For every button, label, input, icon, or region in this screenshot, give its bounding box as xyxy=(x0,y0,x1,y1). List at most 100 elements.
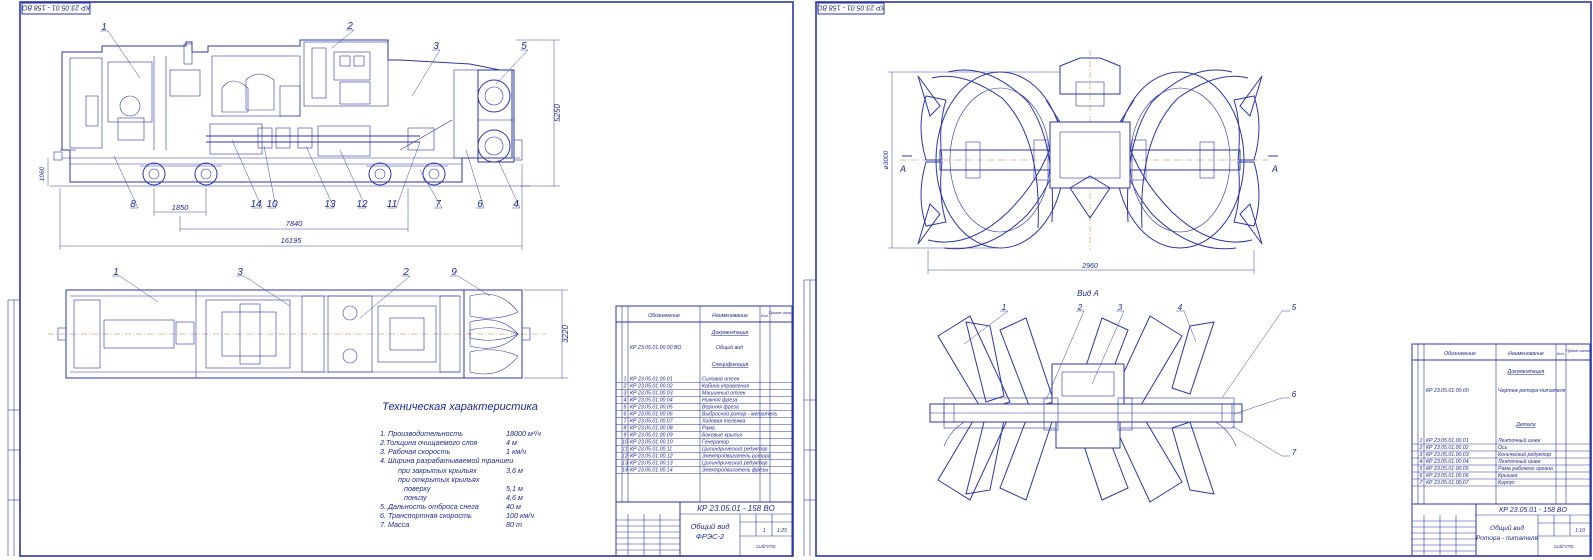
spec-row-name: Рама рабочего органа xyxy=(1498,466,1553,472)
spec-row-code: КР 23.05.01.00.06 xyxy=(1426,473,1469,479)
tech-label: 1. Производительность xyxy=(380,429,463,438)
spec-row-pos: 2 xyxy=(1419,445,1423,451)
spec-row-code: КР 23.05.01.00.03 xyxy=(1426,452,1469,458)
right-spec-table: Обозначение Наименование Кол. Приме-чани… xyxy=(1411,343,1591,505)
tech-value: 18000 м³/ч xyxy=(506,429,541,438)
main-callout: 4 xyxy=(513,199,519,210)
view-a-callout: 2 xyxy=(1077,303,1083,312)
view-a-callout: 1 xyxy=(1002,303,1006,312)
spec-row-name: Рама xyxy=(702,426,715,432)
spec-row-code: КР 23.05.01.00.07 xyxy=(1426,480,1470,486)
main-callout: 1 xyxy=(101,22,107,33)
spec-row-name: Ленточный шнек xyxy=(1497,458,1541,465)
tech-label: 4. Ширина разрабатываемой траншеи xyxy=(380,456,513,465)
spec-header: Обозначение xyxy=(1444,351,1476,357)
spec-doc-code: КР 23.05.01.00.00 xyxy=(1426,388,1469,394)
view-a-title: Вид А xyxy=(1077,289,1099,298)
spec-row-code: КР 23.05.01.00.05 xyxy=(1426,466,1469,472)
right-sheet-frame xyxy=(815,1,1592,557)
tech-value: 3,6 м xyxy=(506,466,523,475)
dim-plan-width: 3220 xyxy=(561,325,570,343)
spec-row-name: Кабина управления xyxy=(702,384,749,390)
right-title-name-1: Общий вид xyxy=(1490,524,1524,532)
spec-row-pos: 8 xyxy=(624,426,627,432)
spec-row-pos: 6 xyxy=(624,412,627,418)
dim-bogie: 1850 xyxy=(172,203,190,212)
left-title-org: СибГУПС xyxy=(756,544,777,549)
left-title-name-1: Общий вид xyxy=(690,522,729,531)
spec-row-name: Электродвигатель ротора xyxy=(702,454,771,460)
spec-row-code: КР 23.05.01.00.07 xyxy=(630,419,674,425)
spec-row-code: КР 23.05.01.00.12 xyxy=(630,454,673,460)
spec-row-pos: 11 xyxy=(622,447,627,453)
tech-value: 5,1 м xyxy=(506,484,523,493)
main-callout: 6 xyxy=(477,199,483,210)
spec-header: Наименование xyxy=(1508,351,1544,357)
spec-row-code: КР 23.05.01.00.14 xyxy=(630,468,673,474)
spec-header: Обозначение xyxy=(648,313,680,319)
spec-header: Наименование xyxy=(712,313,748,319)
spec-row-pos: 5 xyxy=(1420,466,1423,472)
tech-label: поверху xyxy=(404,484,431,493)
spec-row-code: КР 23.05.01.00.13 xyxy=(630,461,673,467)
tech-label: 5. Дальность отброса снега xyxy=(380,502,479,511)
spec-row-name: Конический редуктор xyxy=(1498,451,1551,458)
left-title-scale: 1:25 xyxy=(777,528,787,534)
main-callout: 14 xyxy=(250,199,262,210)
spec-row-code: КР 23.05.01.00.01 xyxy=(1426,438,1469,444)
spec-header: Приме-чание xyxy=(1566,348,1591,353)
right-title-code: КР 23.05.01 - 158 ВО xyxy=(1499,507,1567,514)
spec-row-code: КР 23.05.01.00.06 xyxy=(630,412,673,418)
spec-row-name: Цилиндрический редуктор xyxy=(702,446,767,453)
spec-row-code: КР 23.05.01.00.09 xyxy=(630,433,673,439)
spec-row-pos: 4 xyxy=(624,398,627,404)
spec-row-pos: 3 xyxy=(1420,452,1423,458)
spec-header: Приме-чание xyxy=(769,310,794,315)
view-a-callout: 5 xyxy=(1292,303,1297,312)
tech-label: при закрытых крыльях xyxy=(398,466,477,475)
right-title-block: КР 23.05.01 - 158 ВО Общий вид Ротора - … xyxy=(1411,503,1591,557)
spec-row-name: Крышка xyxy=(1498,473,1518,479)
dim-height: 5250 xyxy=(553,104,562,122)
left-title-name-2: ФРЭС-2 xyxy=(696,532,725,541)
right-title-name-2: Ротора - питателя xyxy=(1476,535,1538,542)
left-spec-table: Обозначение Наименование Кол. Приме-чани… xyxy=(615,305,794,503)
machine-side-view: 5250 1060 1850 7840 16195 1 2 3 5 8 14 1… xyxy=(39,21,562,250)
plan-callout: 2 xyxy=(402,267,409,278)
tech-label: 7. Масса xyxy=(380,520,409,529)
spec-row-pos: 7 xyxy=(1420,480,1424,486)
spec-row-code: КР 23.05.01.00.10 xyxy=(630,440,673,446)
spec-row-name: Выбросной ротор - метатель xyxy=(702,411,778,418)
tech-label: 3. Рабочая скорость xyxy=(380,447,451,456)
tech-value: 1 км/ч xyxy=(506,447,526,456)
spec-row-name: Верхняя фреза xyxy=(702,405,739,411)
section-mark-right: А xyxy=(1271,164,1278,174)
drawing-canvas: КР 23.05.01 - 158 ВО 5250 1060 1850 7840… xyxy=(7,1,1592,557)
spec-row-code: КР 23.05.01.00.04 xyxy=(630,398,673,404)
dim-rail: 1060 xyxy=(39,166,46,181)
spec-section-docs: Документация xyxy=(1507,369,1545,375)
rotor-view-a: Вид А 1 2 3 4 5 6 7 xyxy=(929,289,1297,503)
view-a-callout: 3 xyxy=(1118,303,1123,312)
spec-row-pos: 14 xyxy=(622,468,628,474)
spec-row-name: Нижняя фреза xyxy=(702,398,737,404)
spec-section-parts: Детали xyxy=(1515,422,1535,428)
left-corner-stamp-text: КР 23.05.01 - 158 ВО xyxy=(22,4,90,11)
left-title-code: КР 23.05.01 - 158 ВО xyxy=(697,504,774,513)
spec-row-name: Боковые крылья xyxy=(702,433,742,439)
tech-value: 4 м xyxy=(506,438,517,447)
tech-label: при открытых крыльях xyxy=(398,475,480,484)
main-callout: 7 xyxy=(435,199,441,210)
dim-base: 7840 xyxy=(286,219,304,228)
plan-callout: 3 xyxy=(237,267,243,278)
right-corner-stamp-text: КР 23.05.01 - 158 ВО xyxy=(817,4,885,11)
spec-row-code: КР 23.05.01.00.01 xyxy=(630,377,673,383)
spec-row-name: Ленточный шнек xyxy=(1497,437,1541,444)
tech-value: 4,6 м xyxy=(506,493,523,502)
machine-plan-view: 3220 1 3 2 9 xyxy=(48,267,570,379)
spec-row-pos: 1 xyxy=(1420,438,1423,444)
left-sheet: КР 23.05.01 - 158 ВО 5250 1060 1850 7840… xyxy=(7,1,794,557)
main-callout: 11 xyxy=(387,199,397,210)
spec-row-name: Цилиндрический редуктор xyxy=(702,460,767,467)
spec-row-pos: 4 xyxy=(1420,459,1423,465)
